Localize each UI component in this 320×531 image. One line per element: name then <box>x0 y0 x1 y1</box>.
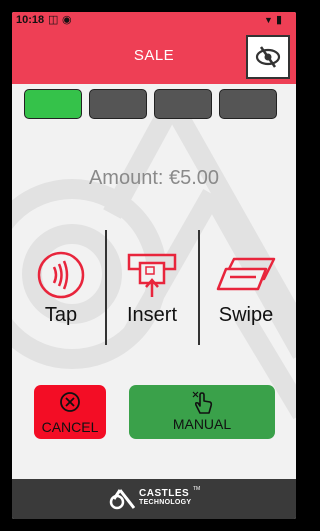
app-notification-icon: ◉ <box>62 14 72 26</box>
status-time: 10:18 <box>16 14 45 26</box>
status-bar: 10:18 ◫ ◉ ▼ ▮ <box>12 12 296 30</box>
tap-option[interactable]: Tap <box>16 227 106 347</box>
contactless-icon <box>37 251 85 299</box>
hand-touch-icon <box>192 391 213 414</box>
card-insert-icon <box>127 253 177 297</box>
pos-screen: 10:18 ◫ ◉ ▼ ▮ SALE Amount: €5.00 Tap Ins… <box>12 12 296 519</box>
battery-icon: ▮ <box>276 14 283 26</box>
insert-label: Insert <box>126 304 178 326</box>
progress-steps <box>24 89 280 119</box>
manual-label: MANUAL <box>172 416 232 432</box>
swipe-label: Swipe <box>218 304 274 326</box>
cancel-x-circle-icon <box>60 392 80 412</box>
eye-hidden-icon <box>255 46 281 68</box>
amount-display: Amount: €5.00 <box>88 167 220 189</box>
manual-entry-button[interactable]: MANUAL <box>129 385 275 439</box>
progress-step-4 <box>219 89 277 119</box>
wifi-icon: ▼ <box>264 15 273 25</box>
tap-label: Tap <box>44 304 78 326</box>
header-bar: SALE <box>12 30 296 84</box>
divider-left <box>105 230 107 345</box>
brand-trademark: TM <box>193 486 201 492</box>
privacy-toggle-button[interactable] <box>246 35 290 79</box>
progress-step-3 <box>154 89 212 119</box>
cancel-button[interactable]: CANCEL <box>34 385 106 439</box>
swipe-option[interactable]: Swipe <box>200 227 292 347</box>
progress-step-1-active <box>24 89 82 119</box>
castles-logo-icon <box>109 489 135 510</box>
footer-bar: CASTLES TM TECHNOLOGY <box>12 479 296 519</box>
progress-step-2 <box>89 89 147 119</box>
sim-icon: ◫ <box>48 14 59 26</box>
brand-name: CASTLES <box>139 488 190 499</box>
brand-logo: CASTLES TM TECHNOLOGY <box>109 486 201 511</box>
cancel-label: CANCEL <box>41 419 99 435</box>
brand-subtitle: TECHNOLOGY <box>139 499 192 506</box>
card-swipe-icon <box>216 257 276 291</box>
insert-option[interactable]: Insert <box>108 227 196 347</box>
